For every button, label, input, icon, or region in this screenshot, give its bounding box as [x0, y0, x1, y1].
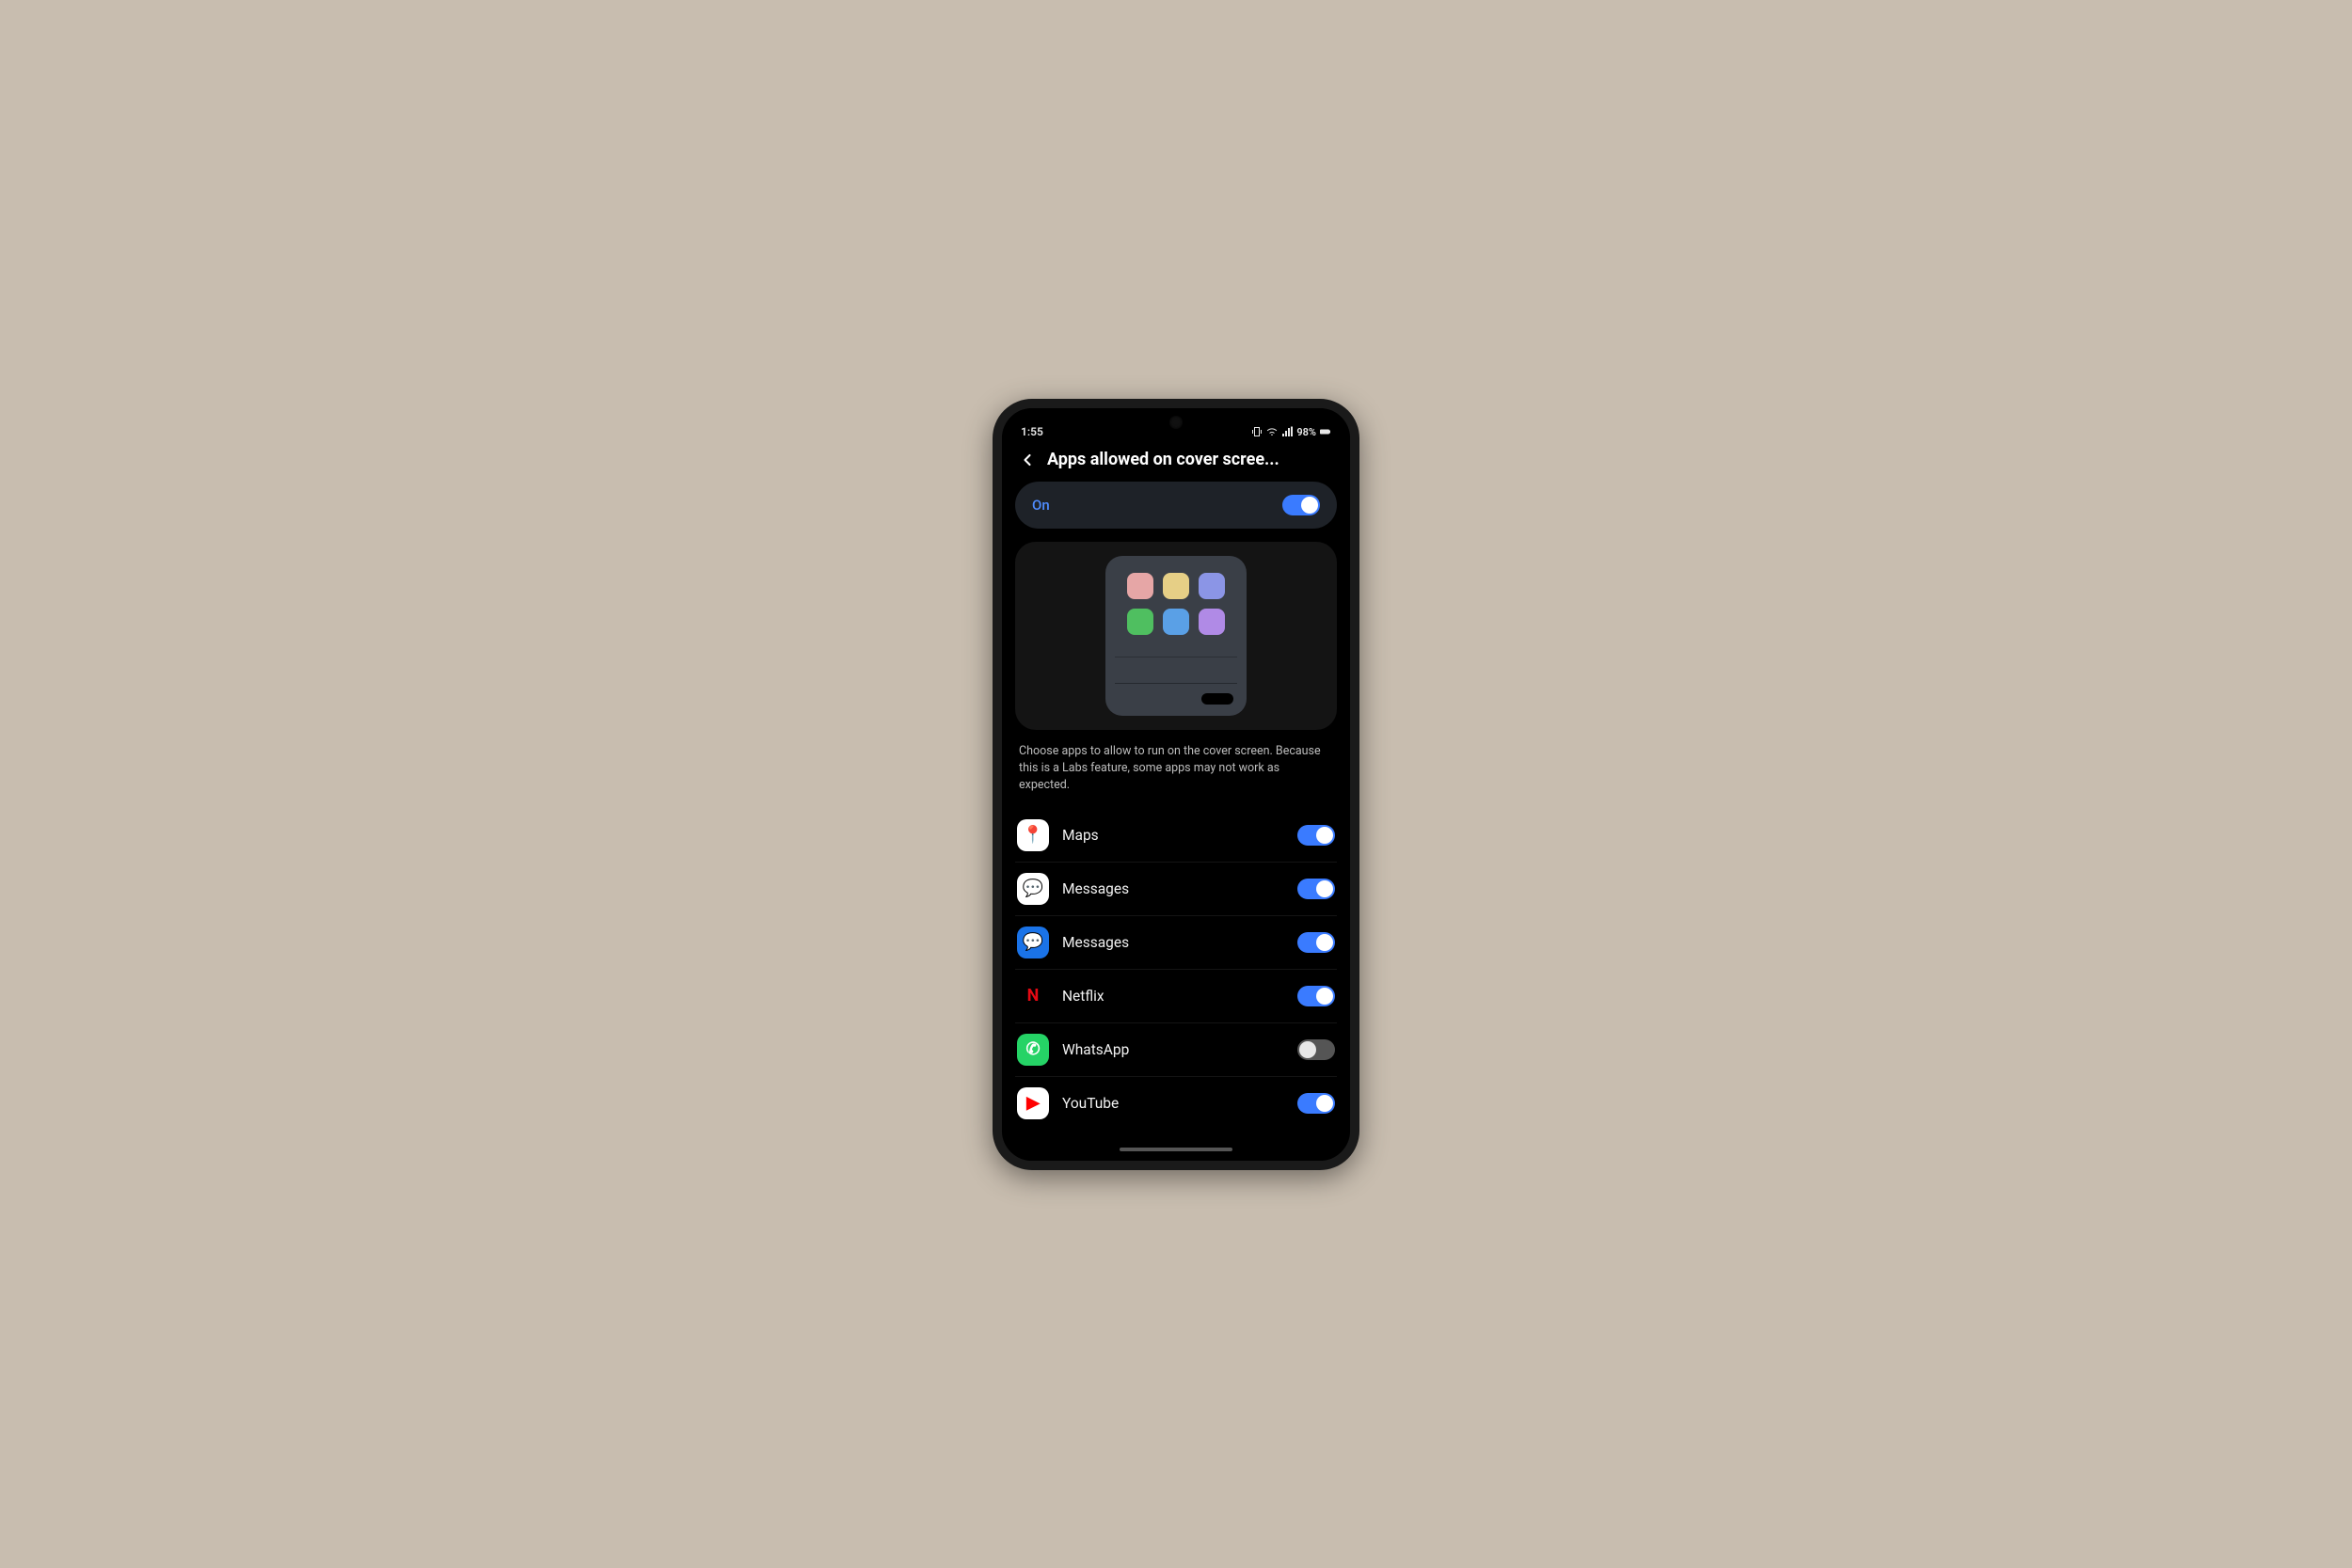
- cover-screen-illustration-card: [1015, 542, 1337, 730]
- app-icon: 💬: [1017, 873, 1049, 905]
- app-row[interactable]: ✆ WhatsApp: [1015, 1023, 1337, 1077]
- app-toggle-switch[interactable]: [1297, 932, 1335, 953]
- app-icon: ✆: [1017, 1034, 1049, 1066]
- master-toggle-label: On: [1032, 497, 1050, 514]
- app-row[interactable]: 💬 Messages: [1015, 863, 1337, 916]
- back-button[interactable]: [1017, 450, 1038, 470]
- master-toggle-row[interactable]: On: [1015, 482, 1337, 529]
- phone-frame: 1:55 98% Apps allowed on cover scree... …: [993, 399, 1359, 1170]
- status-icons: 98%: [1251, 426, 1331, 438]
- illus-app-dot: [1127, 609, 1153, 635]
- app-row[interactable]: ▶ YouTube: [1015, 1077, 1337, 1130]
- app-toggle-switch[interactable]: [1297, 986, 1335, 1006]
- app-toggle-switch[interactable]: [1297, 1093, 1335, 1114]
- app-label: Netflix: [1062, 988, 1284, 1005]
- app-row[interactable]: N Netflix: [1015, 970, 1337, 1023]
- gesture-nav-bar[interactable]: [1120, 1148, 1232, 1151]
- app-icon: N: [1017, 980, 1049, 1012]
- signal-icon: [1281, 426, 1293, 437]
- illus-app-dot: [1163, 573, 1189, 599]
- wifi-icon: [1266, 426, 1278, 437]
- app-icon: 💬: [1017, 927, 1049, 958]
- illus-app-dot: [1163, 609, 1189, 635]
- illus-app-dot: [1199, 609, 1225, 635]
- feature-description: Choose apps to allow to run on the cover…: [1015, 730, 1337, 809]
- front-camera-notch: [1169, 416, 1183, 429]
- app-label: Messages: [1062, 880, 1284, 897]
- cover-screen-illustration: [1105, 556, 1247, 716]
- master-toggle-switch[interactable]: [1282, 495, 1320, 515]
- app-toggle-switch[interactable]: [1297, 879, 1335, 899]
- battery-text: 98%: [1296, 426, 1316, 438]
- illus-app-dot: [1127, 573, 1153, 599]
- app-row[interactable]: 💬 Messages: [1015, 916, 1337, 970]
- app-icon: ▶: [1017, 1087, 1049, 1119]
- app-label: Messages: [1062, 934, 1284, 951]
- app-label: Maps: [1062, 827, 1284, 844]
- app-toggle-switch[interactable]: [1297, 825, 1335, 846]
- app-label: WhatsApp: [1062, 1041, 1284, 1058]
- app-toggle-switch[interactable]: [1297, 1039, 1335, 1060]
- battery-icon: [1320, 426, 1331, 437]
- page-title: Apps allowed on cover scree...: [1047, 450, 1335, 469]
- vibrate-icon: [1251, 426, 1263, 437]
- app-list: 📍 Maps 💬 Messages 💬 Messages N Netflix ✆ WhatsApp…: [1015, 809, 1337, 1130]
- app-icon: 📍: [1017, 819, 1049, 851]
- status-time: 1:55: [1021, 425, 1043, 438]
- illus-app-dot: [1199, 573, 1225, 599]
- app-label: YouTube: [1062, 1095, 1284, 1112]
- screen: 1:55 98% Apps allowed on cover scree... …: [1002, 408, 1350, 1161]
- chevron-left-icon: [1018, 451, 1037, 469]
- app-row[interactable]: 📍 Maps: [1015, 809, 1337, 863]
- page-header: Apps allowed on cover scree...: [1015, 442, 1337, 482]
